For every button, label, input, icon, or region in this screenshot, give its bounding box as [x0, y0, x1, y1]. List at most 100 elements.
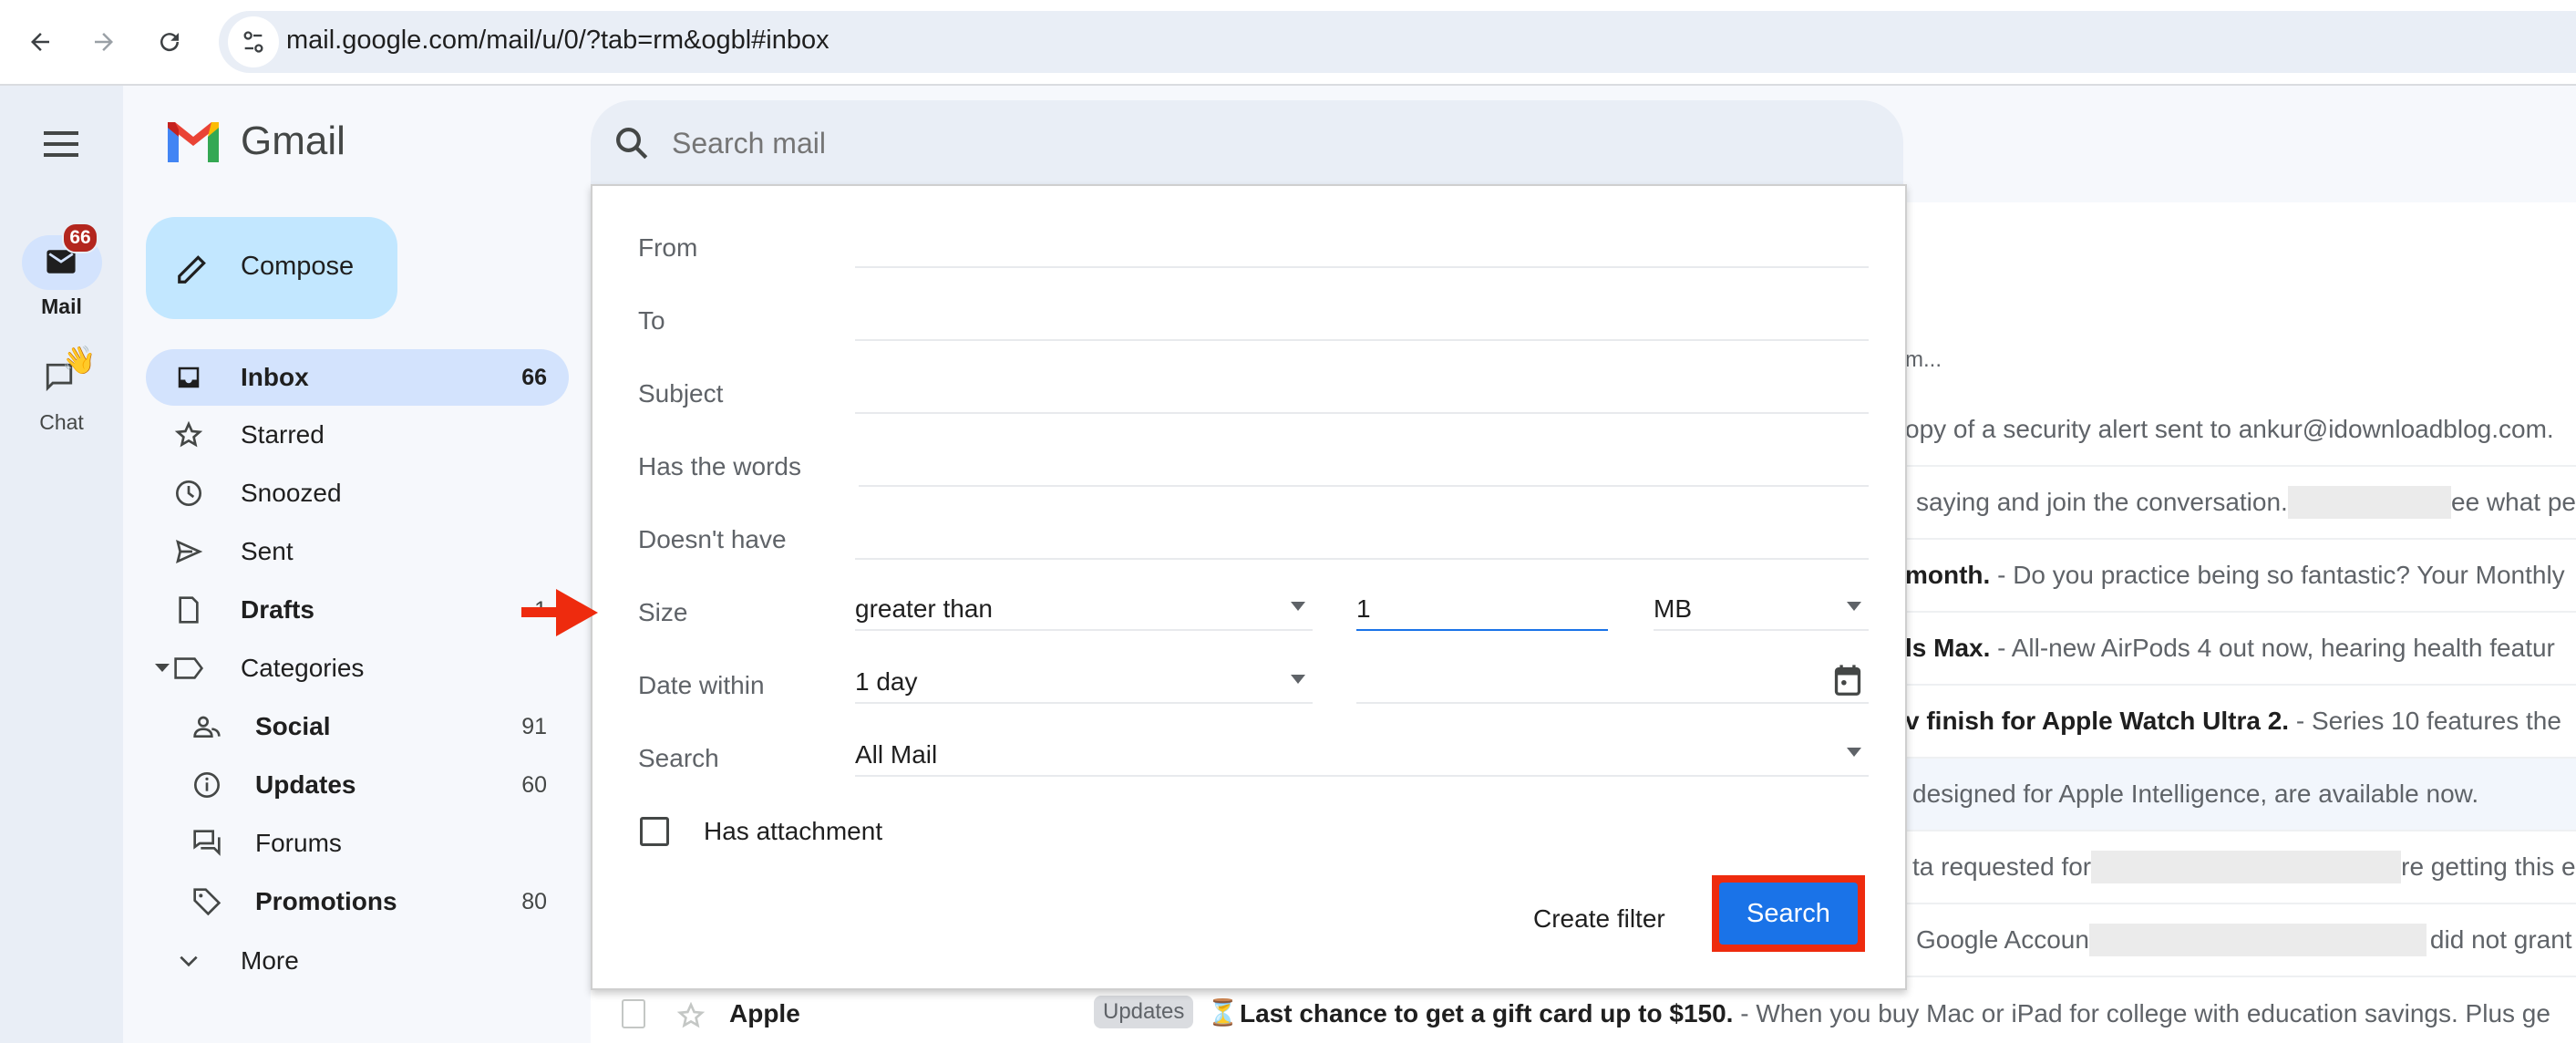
email-subject: v finish for Apple Watch Ultra 2. — [1905, 707, 2290, 735]
email-snippet: ee what pe — [2451, 488, 2576, 516]
waving-hand-icon: 👋 — [62, 346, 97, 376]
star-icon[interactable] — [676, 1001, 706, 1030]
email-subject: ls Max. — [1905, 634, 1991, 662]
sidebar-item-count: 80 — [521, 888, 547, 914]
sidebar-item-sent[interactable]: Sent — [146, 523, 569, 580]
sidebar-item-label: Inbox — [241, 363, 309, 391]
compose-button[interactable]: Compose — [146, 217, 397, 319]
caret-down-icon[interactable] — [155, 664, 170, 672]
sidebar-item-label: Forums — [255, 829, 342, 857]
gmail-logo-icon — [168, 122, 219, 162]
arrow-right-icon — [95, 33, 113, 51]
reload-button[interactable] — [148, 20, 191, 64]
from-input[interactable] — [855, 226, 1869, 268]
search-button[interactable]: Search — [1719, 883, 1858, 945]
email-snippet: re getting this e — [2401, 852, 2576, 881]
email-row[interactable]: ls Max. - All-new AirPods 4 out now, hea… — [1905, 613, 2576, 686]
date-input[interactable] — [1356, 662, 1869, 704]
gmail-logo[interactable] — [164, 119, 224, 166]
email-checkbox[interactable] — [622, 999, 645, 1028]
sidebar-item-drafts[interactable]: Drafts 1 — [146, 582, 569, 638]
search-input[interactable] — [670, 120, 1767, 166]
email-row[interactable]: Apple Updates ⏳ Last chance to get a gif… — [591, 988, 2576, 1043]
date-within-select[interactable]: 1 day — [855, 662, 1313, 704]
email-subject: month. — [1905, 561, 1991, 589]
size-operator-value: greater than — [855, 594, 993, 623]
email-row[interactable]: ta requested for re getting this e — [1905, 831, 2576, 904]
email-row[interactable]: v finish for Apple Watch Ultra 2. - Seri… — [1905, 686, 2576, 759]
hamburger-menu-icon — [44, 131, 78, 157]
dropdown-arrow-icon — [1847, 602, 1861, 611]
sidebar-item-label: Drafts — [241, 595, 314, 624]
size-unit-select[interactable]: MB — [1654, 589, 1869, 631]
size-operator-select[interactable]: greater than — [855, 589, 1313, 631]
browser-toolbar: mail.google.com/mail/u/0/?tab=rm&ogbl#in… — [0, 0, 2576, 86]
forum-icon — [191, 828, 222, 859]
email-snippet: opy of a security alert sent to ankur@id… — [1905, 415, 2554, 443]
forward-button[interactable] — [82, 20, 126, 64]
label-icon — [173, 653, 204, 684]
email-snippet: - Do you practice being so fantastic? Yo… — [1990, 561, 2565, 589]
main-menu-button[interactable] — [40, 128, 84, 160]
sidebar-item-updates[interactable]: Updates 60 — [146, 757, 569, 813]
email-snippet: - Series 10 features the — [2289, 707, 2561, 735]
sidebar-item-label: Updates — [255, 770, 356, 799]
size-unit-value: MB — [1654, 594, 1692, 623]
rail-item-chat[interactable]: 👋 — [38, 346, 96, 398]
dropdown-arrow-icon — [1847, 748, 1861, 757]
email-row[interactable]: month. - Do you practice being so fantas… — [1905, 540, 2576, 613]
sidebar-item-categories[interactable]: Categories — [146, 640, 569, 697]
create-filter-button[interactable]: Create filter — [1526, 901, 1673, 937]
subject-label: Subject — [638, 379, 724, 408]
sidebar-item-social[interactable]: Social 91 — [146, 698, 569, 755]
redacted-text — [2091, 851, 2402, 883]
to-input[interactable] — [855, 299, 1869, 341]
url-text[interactable]: mail.google.com/mail/u/0/?tab=rm&ogbl#in… — [286, 26, 829, 56]
email-row[interactable]: opy of a security alert sent to ankur@id… — [1905, 394, 2576, 467]
subject-input[interactable] — [855, 372, 1869, 414]
tag-icon — [191, 886, 222, 917]
date-within-label: Date within — [638, 671, 765, 699]
has-words-input[interactable] — [859, 445, 1869, 487]
star-icon — [173, 419, 204, 450]
doesnt-have-input[interactable] — [855, 518, 1869, 560]
sidebar-item-label: Social — [255, 712, 331, 740]
back-button[interactable] — [18, 20, 62, 64]
site-info-button[interactable] — [228, 16, 279, 67]
app-rail — [0, 86, 123, 1043]
from-label: From — [638, 233, 698, 262]
email-row[interactable]: saying and join the conversation. ee wha… — [1905, 467, 2576, 540]
has-attachment-label: Has attachment — [704, 817, 883, 845]
sidebar-item-count: 91 — [521, 713, 547, 739]
rail-label-mail[interactable]: Mail — [0, 294, 123, 319]
email-snippet: - When you buy Mac or iPad for college w… — [1733, 999, 2550, 1028]
calendar-icon[interactable] — [1832, 664, 1863, 697]
email-row[interactable]: Google Accoun did not grant — [1905, 904, 2576, 977]
email-snippet: ta requested for — [1912, 852, 2092, 881]
hourglass-icon: ⏳ — [1207, 998, 1239, 1027]
email-sender: Apple — [729, 999, 800, 1028]
arrow-left-icon — [31, 33, 49, 51]
email-row[interactable]: m... — [1905, 325, 2576, 398]
search-scope-select[interactable]: All Mail — [855, 735, 1869, 777]
dropdown-arrow-icon — [1291, 602, 1305, 611]
redacted-text — [2088, 924, 2427, 956]
app-name: Gmail — [241, 119, 345, 163]
sidebar-item-promotions[interactable]: Promotions 80 — [146, 873, 569, 930]
sidebar-item-snoozed[interactable]: Snoozed — [146, 465, 569, 522]
chevron-down-icon — [173, 945, 204, 976]
sidebar-item-more[interactable]: More — [146, 933, 569, 989]
search-icon[interactable] — [613, 124, 651, 162]
sidebar-item-starred[interactable]: Starred — [146, 407, 569, 463]
email-row[interactable]: designed for Apple Intelligence, are ava… — [1905, 759, 2576, 831]
rail-item-mail[interactable]: 66 — [22, 222, 102, 290]
rail-label-chat[interactable]: Chat — [0, 410, 123, 435]
sidebar-item-inbox[interactable]: Inbox 66 — [146, 349, 569, 406]
sidebar-item-forums[interactable]: Forums — [146, 815, 569, 872]
inbox-icon — [173, 362, 204, 393]
compose-label: Compose — [241, 252, 355, 281]
email-snippet: did not grant — [2429, 925, 2572, 954]
info-icon — [191, 769, 222, 800]
has-attachment-checkbox[interactable] — [640, 817, 669, 846]
size-value-input[interactable] — [1356, 589, 1608, 631]
